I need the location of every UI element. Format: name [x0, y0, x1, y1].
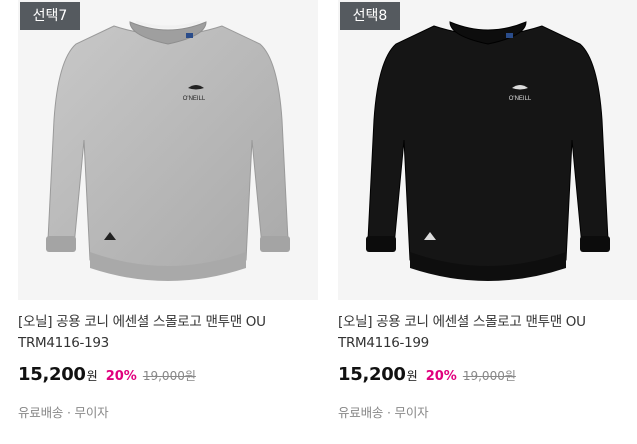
currency-unit: 원: [86, 369, 98, 383]
product-name-link[interactable]: [오닐] 공용 코니 에센셜 스몰로고 맨투맨 OU TRM4116-199: [338, 312, 637, 354]
product-grid: O'NEILL 선택7 [오닐] 공용 코니 에센셜 스몰로고 맨투맨 OU T…: [0, 0, 637, 444]
selection-badge: 선택7: [20, 2, 80, 30]
product-card[interactable]: O'NEILL 선택8 [오닐] 공용 코니 에센셜 스몰로고 맨투맨 OU T…: [338, 0, 637, 444]
product-name-line-2: TRM4116-199: [338, 335, 429, 351]
discount-rate: 20%: [105, 369, 137, 384]
grey-sweatshirt-image: O'NEILL: [46, 20, 290, 281]
product-image[interactable]: O'NEILL 선택8: [338, 0, 637, 300]
product-name-line-2: TRM4116-193: [18, 335, 109, 351]
black-sweatshirt-image: O'NEILL: [366, 21, 610, 281]
selection-badge: 선택8: [340, 2, 400, 30]
shipping-info: 유료배송 · 무이자: [338, 405, 429, 420]
product-name-line-1: [오닐] 공용 코니 에센셜 스몰로고 맨투맨 OU: [338, 314, 586, 330]
product-card[interactable]: O'NEILL 선택7 [오닐] 공용 코니 에센셜 스몰로고 맨투맨 OU T…: [18, 0, 318, 444]
svg-text:O'NEILL: O'NEILL: [509, 96, 532, 102]
discount-rate: 20%: [425, 369, 457, 384]
product-name-link[interactable]: [오닐] 공용 코니 에센셜 스몰로고 맨투맨 OU TRM4116-193: [18, 312, 318, 354]
sale-price: 15,200: [18, 364, 86, 385]
price-row: 15,200 원 20% 19,000원: [18, 364, 318, 390]
original-price: 19,000원: [462, 369, 516, 383]
price-row: 15,200 원 20% 19,000원: [338, 364, 637, 390]
svg-text:O'NEILL: O'NEILL: [183, 96, 206, 102]
original-price: 19,000원: [142, 369, 196, 383]
sale-price: 15,200: [338, 364, 406, 385]
product-name-line-1: [오닐] 공용 코니 에센셜 스몰로고 맨투맨 OU: [18, 314, 266, 330]
shipping-info: 유료배송 · 무이자: [18, 405, 109, 420]
currency-unit: 원: [406, 369, 418, 383]
product-image[interactable]: O'NEILL 선택7: [18, 0, 318, 300]
